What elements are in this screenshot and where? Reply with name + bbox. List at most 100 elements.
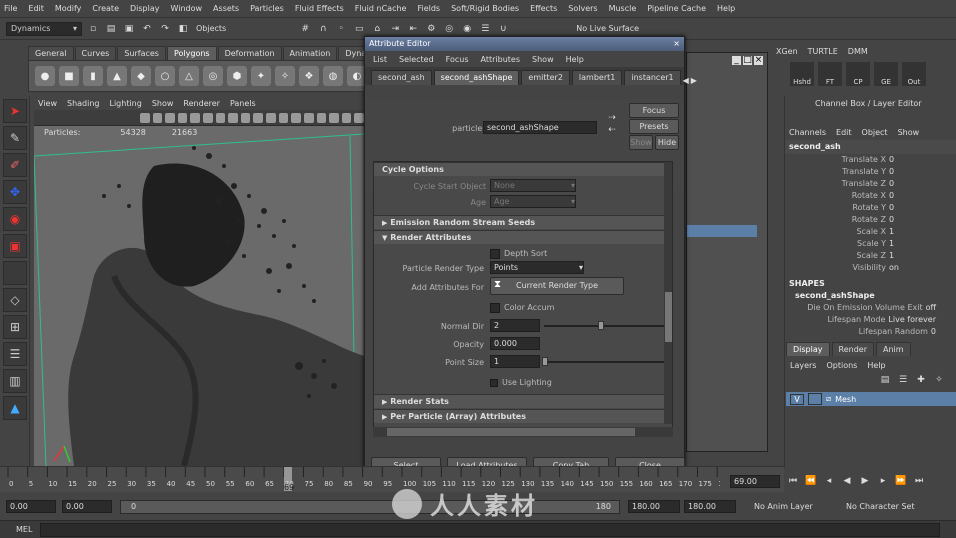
select-hierarchy-icon[interactable]: ◧ [176, 22, 190, 36]
menuset-dropdown[interactable]: Dynamics ▾ [6, 21, 82, 36]
minimize-icon[interactable]: _ [732, 55, 741, 65]
render-stats-header[interactable]: ▶ Render Stats [374, 394, 664, 408]
xray-icon[interactable] [240, 112, 251, 123]
channel-row[interactable]: Visibility on [785, 262, 956, 274]
cone-icon[interactable]: ▲ [107, 66, 127, 86]
presets-button[interactable]: Presets [629, 119, 679, 134]
ae-menu-selected[interactable]: Selected [399, 55, 434, 64]
hide-button[interactable]: Hide [655, 135, 679, 150]
playback-start-field[interactable]: 0.00 [62, 500, 112, 513]
film-gate-icon[interactable] [291, 112, 301, 123]
layer-menu-layers[interactable]: Layers [790, 361, 816, 370]
channel-menu-channels[interactable]: Channels [789, 128, 826, 137]
depth-sort-checkbox[interactable] [490, 249, 500, 259]
separate-icon[interactable]: ✧ [275, 66, 295, 86]
layer-tab-anim[interactable]: Anim [875, 342, 911, 356]
ae-tab-instancer1[interactable]: instancer1 [624, 70, 681, 85]
combine-icon[interactable]: ✦ [251, 66, 271, 86]
camera-icon[interactable] [140, 112, 150, 123]
channel-row[interactable]: Translate Z0 [785, 178, 956, 190]
animation-end-field[interactable]: 180.00 [684, 500, 736, 513]
texture-icon[interactable] [203, 112, 213, 123]
single-view-icon[interactable]: ◇ [3, 288, 27, 312]
move-tool-icon[interactable]: ✥ [3, 180, 27, 204]
channel-value[interactable]: 0 [889, 214, 894, 226]
opacity-field[interactable]: 0.000 [490, 337, 540, 350]
rotate-tool-icon[interactable]: ◉ [3, 207, 27, 231]
focus-button[interactable]: Focus [629, 103, 679, 118]
shelf-tab-animation[interactable]: Animation [282, 46, 338, 60]
ae-menu-focus[interactable]: Focus [446, 55, 469, 64]
go-to-end-icon[interactable]: ⏭ [912, 474, 926, 488]
channel-value[interactable]: 0 [889, 154, 894, 166]
normal-dir-slider[interactable] [544, 325, 664, 327]
selected-row[interactable] [687, 225, 757, 237]
magnet-icon[interactable]: ∪ [496, 22, 510, 36]
shelf-tab-dmm[interactable]: DMM [848, 47, 868, 56]
plane-icon[interactable]: ◆ [131, 66, 151, 86]
light-icon[interactable] [215, 112, 226, 123]
ipr-icon[interactable]: ◉ [460, 22, 474, 36]
motion-blur-icon[interactable] [341, 112, 352, 123]
current-frame-field[interactable]: 69.00 [730, 475, 780, 488]
construction-icon[interactable]: ⚙ [424, 22, 438, 36]
menu-effects[interactable]: Effects [530, 4, 557, 13]
redo-icon[interactable]: ↷ [158, 22, 172, 36]
layer-options-icon[interactable]: ✧ [932, 373, 946, 387]
bookmark-icon[interactable] [152, 112, 163, 123]
viewport-menu-show[interactable]: Show [152, 99, 174, 108]
outliner-view-icon[interactable]: ☰ [3, 342, 27, 366]
shelf-hshd-button[interactable]: Hshd [790, 62, 814, 86]
animation-start-field[interactable]: 0.00 [6, 500, 56, 513]
pipe-icon[interactable]: ◎ [203, 66, 223, 86]
shape-channel-value[interactable]: 0 [931, 326, 936, 338]
ae-vertical-scrollbar[interactable] [664, 162, 672, 424]
menu-particles[interactable]: Particles [250, 4, 284, 13]
normal-dir-field[interactable]: 2 [490, 319, 540, 332]
menu-help[interactable]: Help [717, 4, 735, 13]
emission-seeds-header[interactable]: ▶ Emission Random Stream Seeds [374, 215, 664, 229]
layer-row-mesh[interactable]: V ⧄ Mesh [786, 392, 956, 406]
ae-tab-second-ash[interactable]: second_ash [371, 70, 432, 85]
snap-curve-icon[interactable]: ∩ [316, 22, 330, 36]
menu-fields[interactable]: Fields [417, 4, 440, 13]
paint-tool-icon[interactable]: ✐ [3, 153, 27, 177]
normal-dir-slider-handle[interactable] [598, 321, 604, 330]
channel-menu-edit[interactable]: Edit [836, 128, 852, 137]
render-settings-icon[interactable]: ☰ [478, 22, 492, 36]
torus-icon[interactable]: ○ [155, 66, 175, 86]
use-lighting-checkbox[interactable] [490, 379, 498, 387]
mel-input[interactable] [40, 522, 941, 537]
grid-icon[interactable] [165, 112, 175, 123]
per-particle-header[interactable]: ▶ Per Particle (Array) Attributes [374, 409, 664, 423]
tab-scroll-left-icon[interactable]: ◀ [683, 76, 689, 85]
menu-modify[interactable]: Modify [55, 4, 82, 13]
ae-horizontal-scrollbar[interactable] [373, 427, 673, 437]
open-scene-icon[interactable]: ▤ [104, 22, 118, 36]
go-to-start-icon[interactable]: ⏮ [786, 474, 800, 488]
undo-icon[interactable]: ↶ [140, 22, 154, 36]
ssao-icon[interactable] [329, 112, 339, 123]
viewport-menu-view[interactable]: View [38, 99, 57, 108]
history-icon[interactable]: ⌂ [370, 22, 384, 36]
shelf-cp-button[interactable]: CP [846, 62, 870, 86]
channel-value[interactable]: 1 [889, 226, 894, 238]
channel-row[interactable]: Rotate Y0 [785, 202, 956, 214]
viewport-menu-panels[interactable]: Panels [230, 99, 256, 108]
point-size-field[interactable]: 1 [490, 355, 540, 368]
smooth-icon[interactable]: ◍ [323, 66, 343, 86]
shelf-tab-deformation[interactable]: Deformation [217, 46, 282, 60]
ae-menu-show[interactable]: Show [532, 55, 554, 64]
sphere-icon[interactable]: ● [35, 66, 55, 86]
shelf-ge-button[interactable]: GE [874, 62, 898, 86]
isolate-icon[interactable] [253, 112, 264, 123]
viewport-menu-shading[interactable]: Shading [67, 99, 100, 108]
shape-channel-value[interactable]: off [926, 302, 936, 314]
lasso-tool-icon[interactable]: ✎ [3, 126, 27, 150]
character-set-label[interactable]: No Character Set [846, 502, 915, 511]
viewport-menu-renderer[interactable]: Renderer [183, 99, 220, 108]
menu-edit[interactable]: Edit [28, 4, 44, 13]
step-back-key-icon[interactable]: ⏪ [804, 474, 818, 488]
layer-visibility-toggle[interactable]: V [790, 393, 804, 405]
pyramid-icon[interactable]: △ [179, 66, 199, 86]
